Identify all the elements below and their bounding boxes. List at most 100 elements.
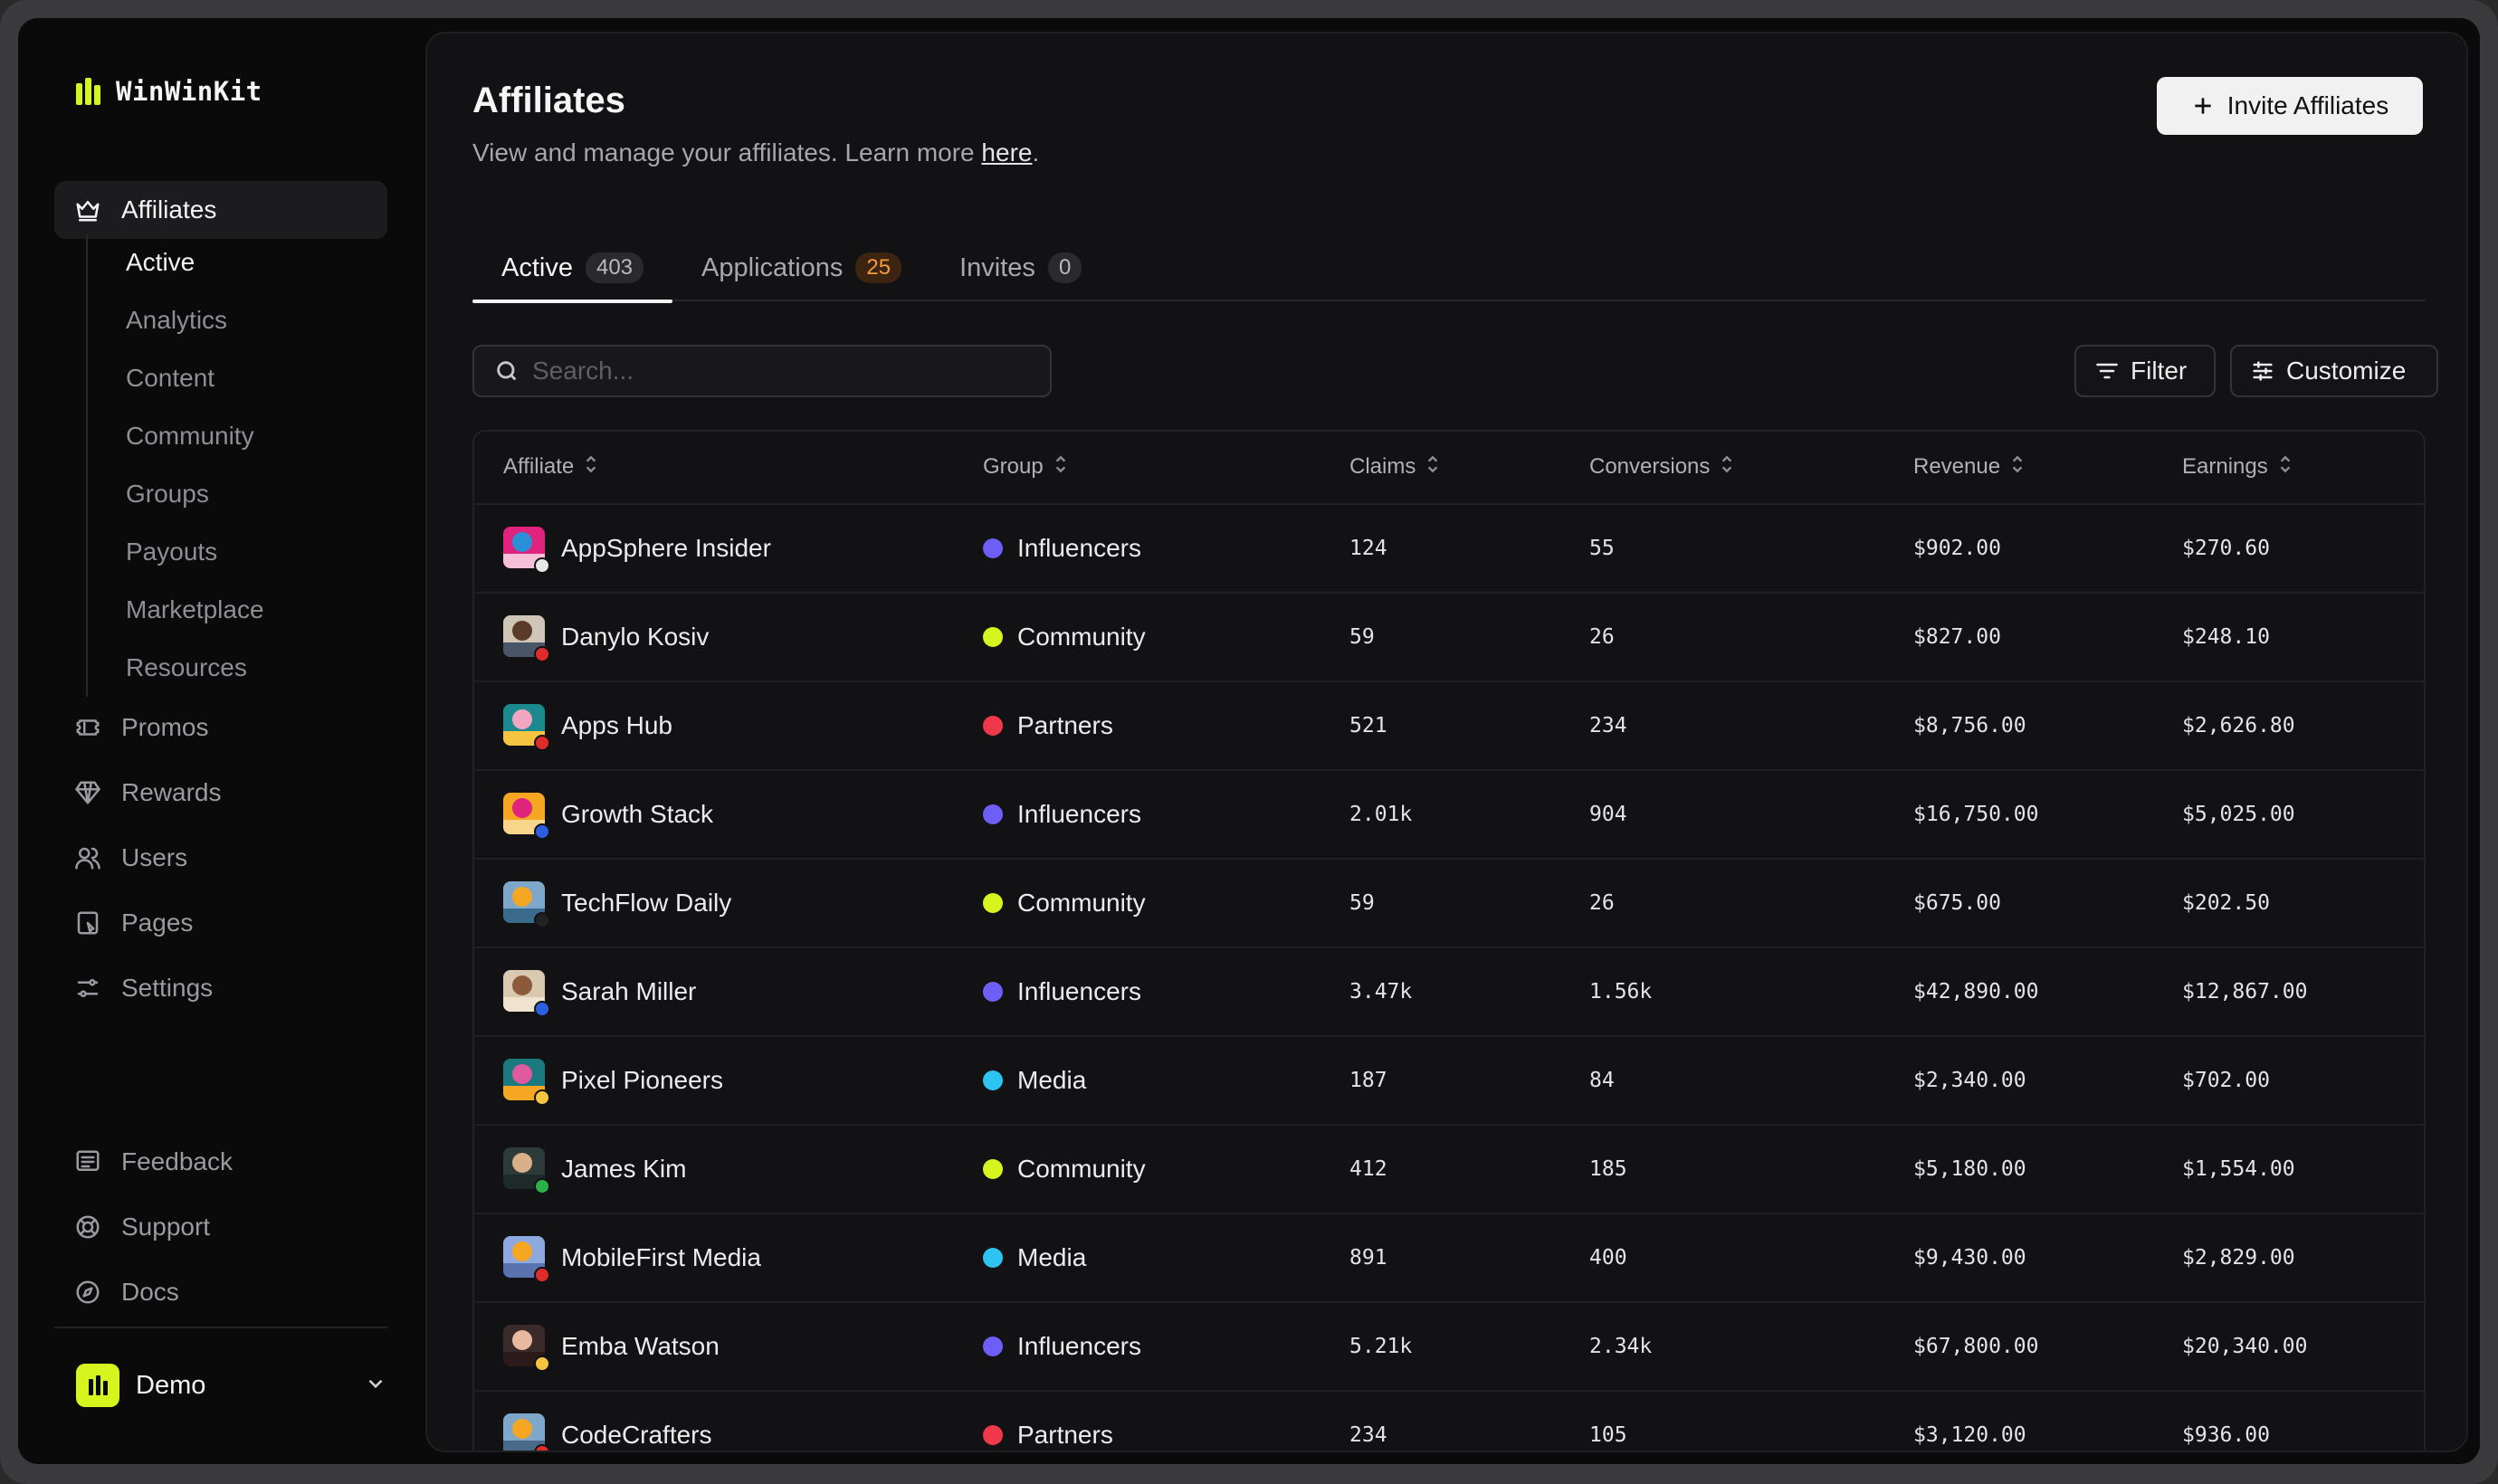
sidebar-item-label: Affiliates: [121, 195, 217, 224]
chevron-down-icon: [364, 1372, 387, 1400]
revenue-cell: $5,180.00: [1884, 1125, 2153, 1214]
sidebar-subitem-resources[interactable]: Resources: [88, 639, 376, 697]
country-flag-icon: [534, 1001, 550, 1017]
tab-active[interactable]: Active 403: [472, 234, 673, 303]
affiliate-name[interactable]: Danylo Kosiv: [561, 623, 709, 652]
affiliates-table: Affiliate Group Claims Conversions Revenue Ea…: [472, 430, 2426, 1451]
winwinkit-logo-icon: [76, 78, 103, 105]
subtitle-end: .: [1032, 138, 1040, 166]
table-row[interactable]: Emba Watson Influencers 5.21k 2.34k $67,800.…: [474, 1302, 2424, 1392]
customize-label: Customize: [2286, 357, 2407, 385]
group-cell: Partners: [954, 681, 1321, 771]
group-cell: Partners: [954, 1391, 1321, 1451]
search-box[interactable]: [472, 345, 1052, 397]
revenue-cell: $16,750.00: [1884, 770, 2153, 860]
sidebar-item-promos[interactable]: Promos: [54, 699, 387, 756]
country-flag-icon: [534, 1178, 550, 1194]
column-header-claims[interactable]: Claims: [1321, 432, 1560, 505]
sidebar-item-settings[interactable]: Settings: [54, 959, 387, 1017]
sidebar-item-rewards[interactable]: Rewards: [54, 764, 387, 822]
affiliate-name[interactable]: Growth Stack: [561, 800, 713, 829]
sort-icon: [1053, 454, 1069, 480]
brand-logo[interactable]: WinWinKit: [76, 76, 262, 107]
column-header-earnings[interactable]: Earnings: [2153, 432, 2424, 505]
sidebar-item-docs[interactable]: Docs: [54, 1263, 387, 1321]
tab-count-badge: 0: [1047, 252, 1082, 283]
subtitle-text: View and manage your affiliates. Learn m…: [472, 138, 975, 166]
revenue-cell: $9,430.00: [1884, 1213, 2153, 1303]
affiliate-name[interactable]: James Kim: [561, 1155, 686, 1184]
sidebar-item-users[interactable]: Users: [54, 829, 387, 887]
affiliate-cell: Growth Stack: [474, 770, 954, 860]
column-header-revenue[interactable]: Revenue: [1884, 432, 2153, 505]
affiliate-name[interactable]: Apps Hub: [561, 711, 672, 740]
column-header-group[interactable]: Group: [954, 432, 1321, 505]
invite-affiliates-button[interactable]: Invite Affiliates: [2157, 77, 2423, 135]
table-row[interactable]: Apps Hub Partners 521 234 $8,756.00 $2,626.80: [474, 681, 2424, 771]
sidebar-divider: [54, 1327, 387, 1328]
column-header-conversions[interactable]: Conversions: [1560, 432, 1884, 505]
group-color-dot: [983, 538, 1003, 558]
sidebar-item-pages[interactable]: Pages: [54, 894, 387, 952]
tab-invites[interactable]: Invites 0: [930, 234, 1111, 301]
sidebar-subitem-payouts[interactable]: Payouts: [88, 523, 376, 581]
filter-button[interactable]: Filter: [2074, 345, 2216, 397]
table-row[interactable]: Danylo Kosiv Community 59 26 $827.00 $248.10: [474, 593, 2424, 682]
affiliate-name[interactable]: Emba Watson: [561, 1332, 720, 1361]
earnings-cell: $20,340.00: [2153, 1302, 2424, 1392]
sidebar-subitem-active[interactable]: Active: [88, 233, 376, 291]
column-header-affiliate[interactable]: Affiliate: [474, 432, 954, 505]
group-name: Community: [1017, 623, 1146, 651]
sort-icon: [2277, 454, 2293, 480]
sidebar-item-affiliates[interactable]: Affiliates: [54, 181, 387, 239]
table-row[interactable]: MobileFirst Media Media 891 400 $9,430.00 $2,…: [474, 1213, 2424, 1303]
avatar: [503, 1147, 550, 1194]
column-label: Revenue: [1913, 453, 2001, 479]
table-row[interactable]: CodeCrafters Partners 234 105 $3,120.00 $936.…: [474, 1391, 2424, 1451]
affiliate-name[interactable]: Sarah Miller: [561, 977, 696, 1006]
conversions-cell: 400: [1560, 1213, 1884, 1303]
revenue-cell: $67,800.00: [1884, 1302, 2153, 1392]
table-row[interactable]: James Kim Community 412 185 $5,180.00 $1,554.…: [474, 1125, 2424, 1214]
learn-more-link[interactable]: here: [981, 138, 1032, 166]
group-cell: Influencers: [954, 770, 1321, 860]
tab-count-badge: 403: [585, 252, 644, 283]
table-header-row: Affiliate Group Claims Conversions Revenue Ea…: [474, 432, 2424, 505]
table-row[interactable]: Sarah Miller Influencers 3.47k 1.56k $42,890…: [474, 947, 2424, 1037]
table-row[interactable]: TechFlow Daily Community 59 26 $675.00 $202.5…: [474, 859, 2424, 948]
customize-button[interactable]: Customize: [2230, 345, 2438, 397]
avatar: [503, 615, 550, 662]
affiliate-name[interactable]: MobileFirst Media: [561, 1243, 761, 1272]
affiliate-name[interactable]: CodeCrafters: [561, 1421, 712, 1450]
group-name: Influencers: [1017, 1332, 1141, 1360]
sidebar-subitem-analytics[interactable]: Analytics: [88, 291, 376, 349]
affiliate-name[interactable]: AppSphere Insider: [561, 534, 771, 563]
table-row[interactable]: AppSphere Insider Influencers 124 55 $902.00…: [474, 504, 2424, 594]
tab-applications[interactable]: Applications 25: [672, 234, 930, 301]
settings-icon: [74, 975, 101, 1002]
conversions-cell: 105: [1560, 1391, 1884, 1451]
sidebar-subitem-community[interactable]: Community: [88, 407, 376, 465]
group-cell: Community: [954, 859, 1321, 948]
affiliates-subnav: Active Analytics Content Community Groups Pay…: [86, 233, 376, 697]
sidebar-subitem-groups[interactable]: Groups: [88, 465, 376, 523]
sidebar-item-feedback[interactable]: Feedback: [54, 1133, 387, 1191]
affiliate-name[interactable]: TechFlow Daily: [561, 889, 731, 918]
workspace-switcher[interactable]: Demo: [76, 1352, 387, 1419]
sidebar-item-label: Promos: [121, 713, 209, 741]
page-subtitle: View and manage your affiliates. Learn m…: [472, 138, 1039, 167]
sidebar-subitem-content[interactable]: Content: [88, 349, 376, 407]
table-row[interactable]: Pixel Pioneers Media 187 84 $2,340.00 $702.00: [474, 1036, 2424, 1126]
sidebar-item-support[interactable]: Support: [54, 1198, 387, 1256]
claims-cell: 59: [1321, 859, 1560, 948]
sidebar-subitem-marketplace[interactable]: Marketplace: [88, 581, 376, 639]
affiliate-cell: Emba Watson: [474, 1302, 954, 1392]
sidebar: WinWinKit Affiliates Active Analytics Cont…: [18, 18, 425, 1464]
conversions-cell: 55: [1560, 504, 1884, 594]
search-input[interactable]: [532, 357, 1003, 385]
table-row[interactable]: Growth Stack Influencers 2.01k 904 $16,750.0…: [474, 770, 2424, 860]
workspace-name: Demo: [136, 1370, 206, 1400]
lifebuoy-icon: [74, 1213, 101, 1241]
affiliate-name[interactable]: Pixel Pioneers: [561, 1066, 723, 1095]
avatar: [503, 1236, 550, 1283]
